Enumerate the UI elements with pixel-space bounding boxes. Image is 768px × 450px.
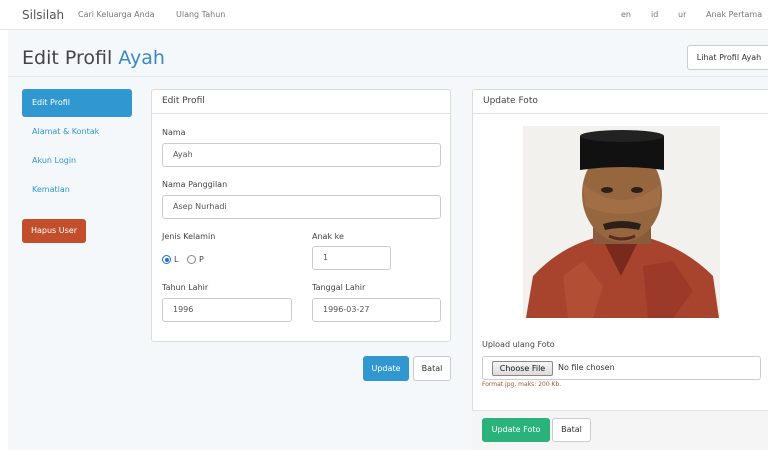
sidebar-item-address-contact[interactable]: Alamat & Kontak xyxy=(32,127,99,136)
sidebar-item-death[interactable]: Kematian xyxy=(32,185,70,194)
update-button[interactable]: Update xyxy=(363,356,409,381)
gender-radio-l[interactable] xyxy=(162,255,171,264)
file-input[interactable]: Choose File No file chosen xyxy=(482,356,761,380)
name-label: Nama xyxy=(162,128,186,137)
lang-ur-link[interactable]: ur xyxy=(678,10,686,19)
top-navbar: Silsilah Cari Keluarga Anda Ulang Tahun … xyxy=(0,0,768,30)
update-photo-heading: Update Foto xyxy=(473,90,768,114)
nav-link-birthday[interactable]: Ulang Tahun xyxy=(176,10,225,19)
gender-option-p-label: P xyxy=(199,255,204,264)
child-order-input[interactable]: 1 xyxy=(312,246,391,270)
header-divider xyxy=(8,76,768,77)
cancel-button[interactable]: Batal xyxy=(413,356,451,381)
lang-en-link[interactable]: en xyxy=(621,10,631,19)
nickname-label: Nama Panggilan xyxy=(162,180,228,189)
delete-user-button[interactable]: Hapus User xyxy=(22,219,86,243)
view-profile-button[interactable]: Lihat Profil Ayah xyxy=(687,45,768,70)
update-photo-button[interactable]: Update Foto xyxy=(482,418,550,442)
child-order-label: Anak ke xyxy=(312,232,344,241)
gender-option-l-label: L xyxy=(174,255,179,264)
sidebar-item-edit-profile[interactable]: Edit Profil xyxy=(22,89,132,117)
choose-file-button[interactable]: Choose File xyxy=(492,361,553,376)
page-title: Edit Profil Ayah xyxy=(22,47,165,69)
birth-year-label: Tahun Lahir xyxy=(162,283,209,292)
user-menu[interactable]: Anak Pertama xyxy=(706,10,762,19)
nav-link-search-family[interactable]: Cari Keluarga Anda xyxy=(78,10,155,19)
birth-date-input[interactable]: 1996-03-27 xyxy=(312,298,441,322)
edit-profile-heading: Edit Profil xyxy=(152,90,450,114)
birth-year-input[interactable]: 1996 xyxy=(162,298,292,322)
gender-label: Jenis Kelamin xyxy=(162,232,216,241)
lang-id-link[interactable]: id xyxy=(651,10,658,19)
cancel-photo-button[interactable]: Batal xyxy=(552,418,591,442)
name-input[interactable]: Ayah xyxy=(162,143,441,167)
upload-photo-label: Upload ulang Foto xyxy=(482,340,555,349)
upload-hint: Format jpg, maks: 200 Kb. xyxy=(482,381,562,388)
page-title-prefix: Edit Profil xyxy=(22,47,119,69)
brand-logo[interactable]: Silsilah xyxy=(22,8,64,22)
sidebar-item-login-account[interactable]: Akun Login xyxy=(32,156,76,165)
profile-photo xyxy=(523,126,720,318)
nickname-input[interactable]: Asep Nurhadi xyxy=(162,195,441,219)
gender-radio-p[interactable] xyxy=(187,255,196,264)
page-title-name: Ayah xyxy=(118,47,165,69)
no-file-text: No file chosen xyxy=(558,363,615,372)
birth-date-label: Tanggal Lahir xyxy=(312,283,366,292)
